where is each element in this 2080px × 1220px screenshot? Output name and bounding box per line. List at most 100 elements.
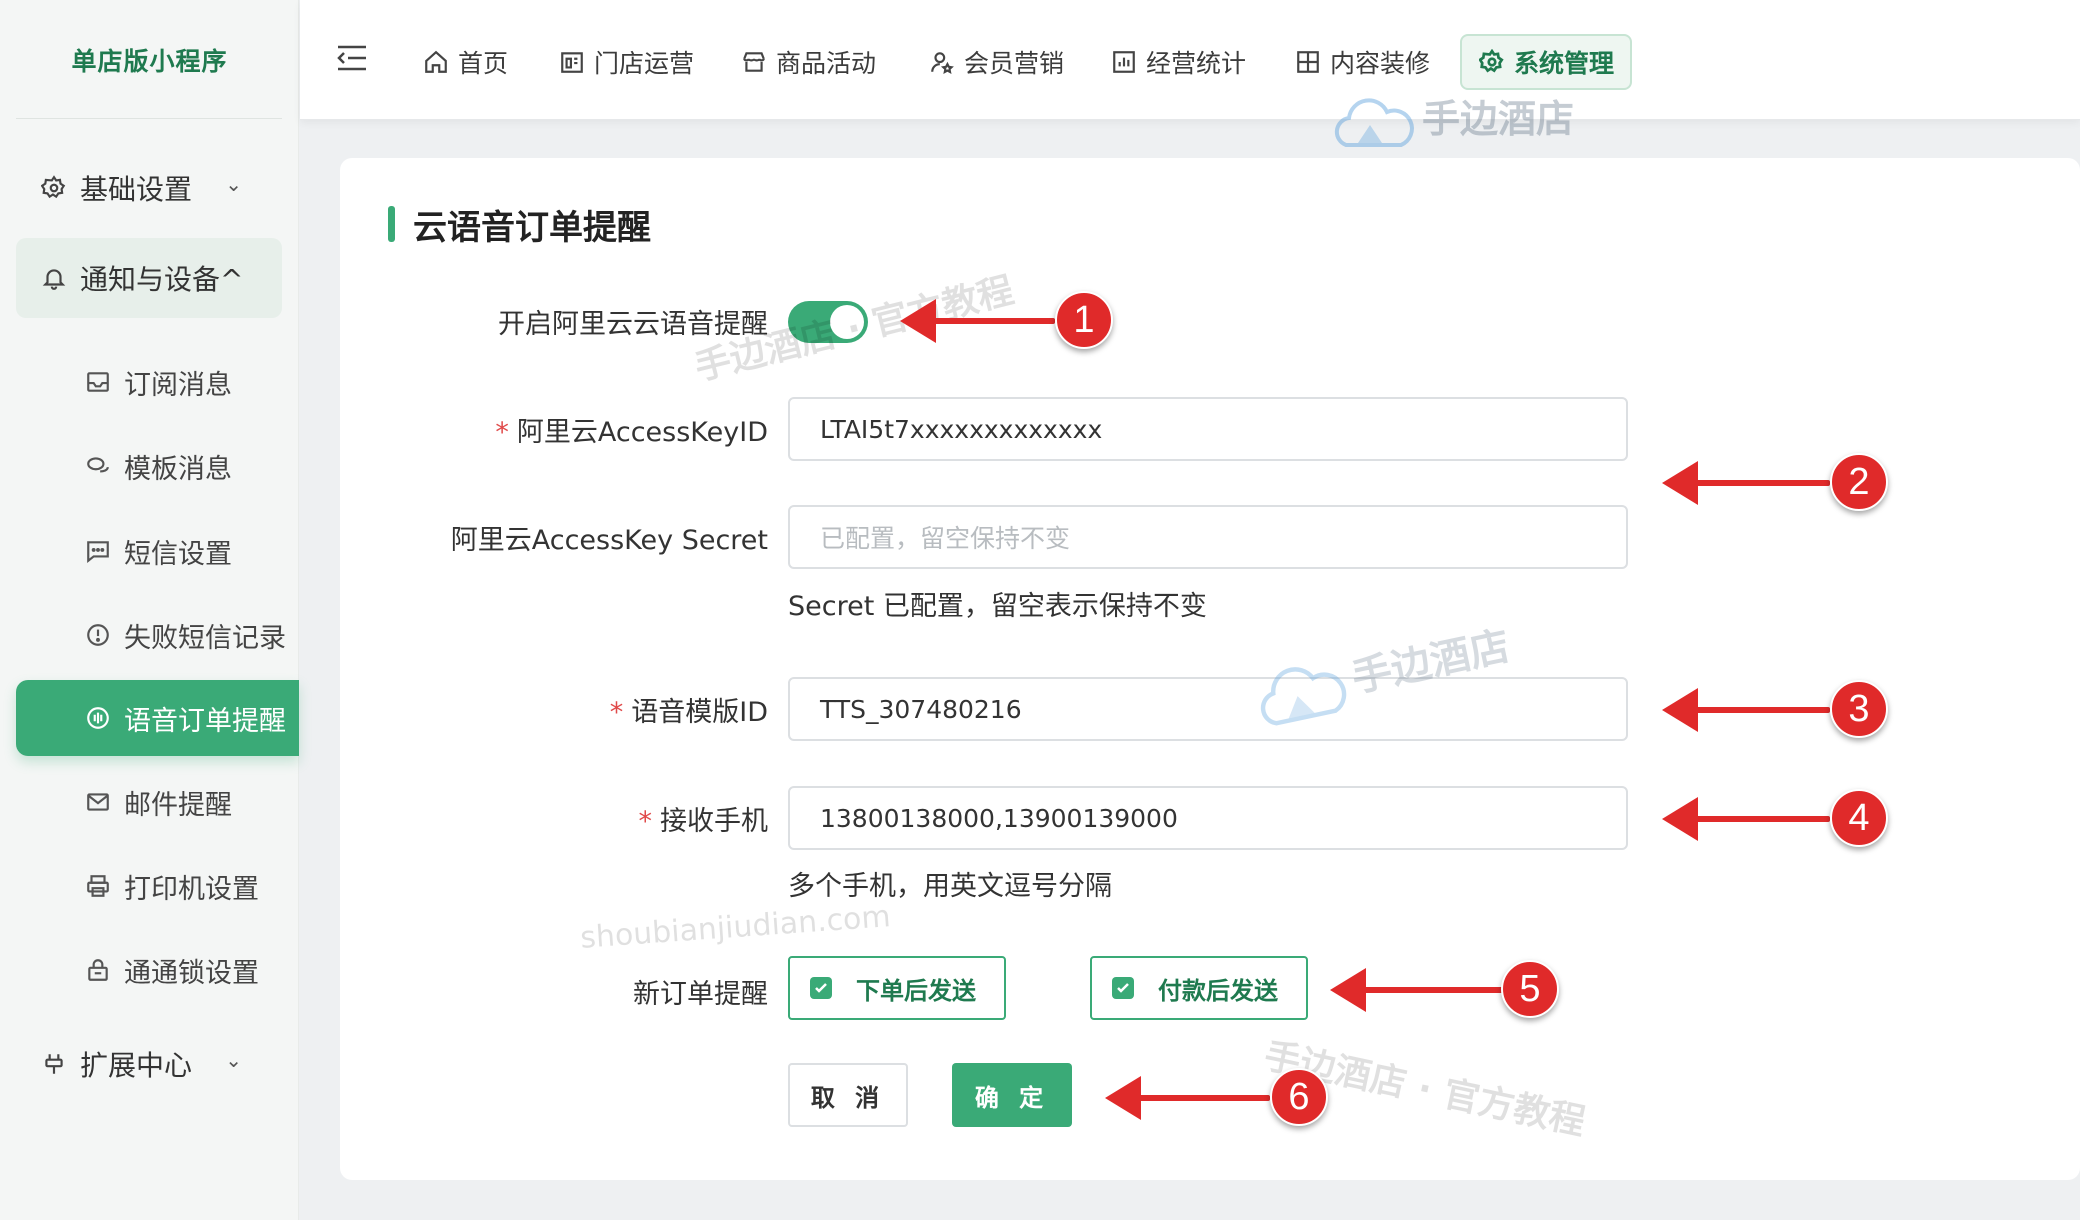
nav-member-marketing[interactable]: 会员营销 bbox=[928, 34, 1064, 90]
sidebar: 单店版小程序 基础设置 ⌄ 通知与设备^ 订阅消息 模板消息 短信设置 失败短信… bbox=[0, 0, 299, 1220]
nav-business-stats[interactable]: 经营统计 bbox=[1110, 34, 1246, 90]
nav-label: 经营统计 bbox=[1146, 49, 1247, 78]
nav-label: 会员营销 bbox=[964, 49, 1065, 78]
user-star-icon bbox=[928, 48, 956, 76]
page-title-text: 云语音订单提醒 bbox=[413, 207, 651, 248]
menu-group-label: 通知与设备^ bbox=[80, 263, 244, 296]
annotation-arrow-1 bbox=[900, 299, 1055, 343]
annotation-arrow-3 bbox=[1662, 688, 1830, 732]
phone-label: * 接收手机 bbox=[639, 799, 769, 838]
annotation-badge-3: 3 bbox=[1830, 680, 1888, 738]
nav-label: 首页 bbox=[458, 49, 509, 78]
nav-system-management[interactable]: 系统管理 bbox=[1460, 34, 1633, 90]
nav-label: 系统管理 bbox=[1514, 49, 1615, 78]
checkbox-label: 付款后发送 bbox=[1158, 976, 1278, 1005]
menu-group-basic-settings[interactable]: 基础设置 ⌄ bbox=[16, 148, 282, 228]
sidebar-item-label: 邮件提醒 bbox=[124, 789, 232, 821]
label-text: 语音模版ID bbox=[631, 697, 768, 728]
check-icon bbox=[810, 977, 832, 999]
nav-product-activity[interactable]: 商品活动 bbox=[740, 34, 876, 90]
sidebar-item-label: 短信设置 bbox=[124, 538, 232, 570]
send-on-payment-checkbox[interactable]: 付款后发送 bbox=[1090, 956, 1308, 1020]
inbox-icon bbox=[84, 368, 112, 396]
sidebar-item-label: 失败短信记录 bbox=[124, 622, 286, 654]
sidebar-item-sms-settings[interactable]: 短信设置 bbox=[16, 513, 299, 589]
secret-label: 阿里云AccessKey Secret bbox=[450, 525, 768, 556]
annotation-badge-1: 1 bbox=[1055, 291, 1113, 349]
printer-icon bbox=[84, 872, 112, 900]
menu-group-label: 基础设置 bbox=[80, 173, 193, 206]
gear-icon bbox=[40, 174, 68, 202]
check-icon bbox=[1112, 977, 1134, 999]
chevron-down-icon: ⌄ bbox=[225, 1048, 242, 1072]
annotation-badge-5: 5 bbox=[1501, 960, 1559, 1018]
menu-group-notify-devices[interactable]: 通知与设备^ bbox=[16, 238, 282, 318]
cancel-button[interactable]: 取 消 bbox=[788, 1063, 908, 1127]
sidebar-item-printer[interactable]: 打印机设置 bbox=[16, 848, 299, 924]
template-id-label: * 语音模版ID bbox=[610, 690, 768, 729]
checkbox-label: 下单后发送 bbox=[856, 976, 976, 1005]
nav-home[interactable]: 首页 bbox=[422, 34, 508, 90]
menu-group-extensions[interactable]: 扩展中心 ⌄ bbox=[16, 1024, 282, 1104]
annotation-badge-4: 4 bbox=[1830, 789, 1888, 847]
nav-label: 商品活动 bbox=[776, 49, 877, 78]
toggle-knob bbox=[830, 305, 864, 339]
chat-icon bbox=[84, 452, 112, 480]
new-order-label: 新订单提醒 bbox=[633, 979, 768, 1010]
annotation-arrow-4 bbox=[1662, 797, 1830, 841]
divider bbox=[16, 118, 282, 119]
voice-alert-toggle[interactable] bbox=[788, 301, 868, 343]
bell-icon bbox=[40, 264, 68, 292]
brand-title: 单店版小程序 bbox=[71, 47, 228, 76]
mail-icon bbox=[84, 788, 112, 816]
sidebar-item-lock[interactable]: 通通锁设置 bbox=[16, 932, 299, 1008]
alert-circle-icon bbox=[84, 621, 112, 649]
sidebar-item-label: 语音订单提醒 bbox=[124, 705, 286, 737]
message-icon bbox=[84, 537, 112, 565]
annotation-arrow-2 bbox=[1662, 461, 1830, 505]
phone-input[interactable]: 13800138000,13900139000 bbox=[788, 786, 1628, 850]
annotation-badge-2: 2 bbox=[1830, 453, 1888, 511]
template-id-input[interactable]: TTS_307480216 bbox=[788, 677, 1628, 741]
sidebar-item-template-msg[interactable]: 模板消息 bbox=[16, 428, 299, 504]
access-key-id-input[interactable]: LTAI5t7xxxxxxxxxxxxx bbox=[788, 397, 1628, 461]
chart-icon bbox=[1110, 48, 1138, 76]
sidebar-item-label: 通通锁设置 bbox=[124, 957, 259, 989]
chevron-down-icon: ⌄ bbox=[225, 172, 242, 196]
sidebar-item-voice-order[interactable]: 语音订单提醒 bbox=[16, 680, 299, 756]
required-mark: * bbox=[495, 417, 509, 448]
home-icon bbox=[422, 48, 450, 76]
phone-hint: 多个手机，用英文逗号分隔 bbox=[788, 871, 1112, 902]
title-accent-bar bbox=[388, 206, 395, 242]
label-text: 阿里云AccessKeyID bbox=[516, 417, 768, 448]
shop-icon bbox=[740, 48, 768, 76]
sidebar-item-subscribe-msg[interactable]: 订阅消息 bbox=[16, 344, 299, 420]
annotation-arrow-5 bbox=[1330, 968, 1505, 1012]
nav-store-ops[interactable]: 门店运营 bbox=[558, 34, 694, 90]
annotation-badge-6: 6 bbox=[1270, 1068, 1328, 1126]
required-mark: * bbox=[638, 806, 653, 837]
sidebar-item-label: 订阅消息 bbox=[124, 369, 232, 401]
nav-label: 门店运营 bbox=[594, 49, 695, 78]
access-key-id-label: * 阿里云AccessKeyID bbox=[495, 410, 768, 449]
annotation-arrow-6 bbox=[1105, 1076, 1270, 1120]
send-on-order-checkbox[interactable]: 下单后发送 bbox=[788, 956, 1006, 1020]
lock-icon bbox=[84, 956, 112, 984]
nav-content-decor[interactable]: 内容装修 bbox=[1294, 34, 1430, 90]
toggle-label: 开启阿里云云语音提醒 bbox=[498, 309, 768, 340]
confirm-button[interactable]: 确 定 bbox=[952, 1063, 1072, 1127]
store-icon bbox=[558, 48, 586, 76]
label-text: 接收手机 bbox=[660, 806, 768, 837]
gear-icon bbox=[1478, 48, 1506, 76]
sidebar-item-failed-sms[interactable]: 失败短信记录 bbox=[16, 597, 299, 673]
sidebar-item-label: 模板消息 bbox=[124, 453, 232, 485]
layout-icon bbox=[1294, 48, 1322, 76]
secret-hint: Secret 已配置，留空表示保持不变 bbox=[788, 591, 1207, 622]
required-mark: * bbox=[609, 697, 624, 728]
menu-group-label: 扩展中心 bbox=[80, 1049, 193, 1082]
sidebar-item-email-alert[interactable]: 邮件提醒 bbox=[16, 764, 299, 840]
page-title: 云语音订单提醒 bbox=[388, 200, 651, 248]
collapse-menu-icon[interactable] bbox=[336, 44, 366, 74]
secret-input[interactable]: 已配置，留空保持不变 bbox=[788, 505, 1628, 569]
plug-icon bbox=[40, 1050, 68, 1078]
